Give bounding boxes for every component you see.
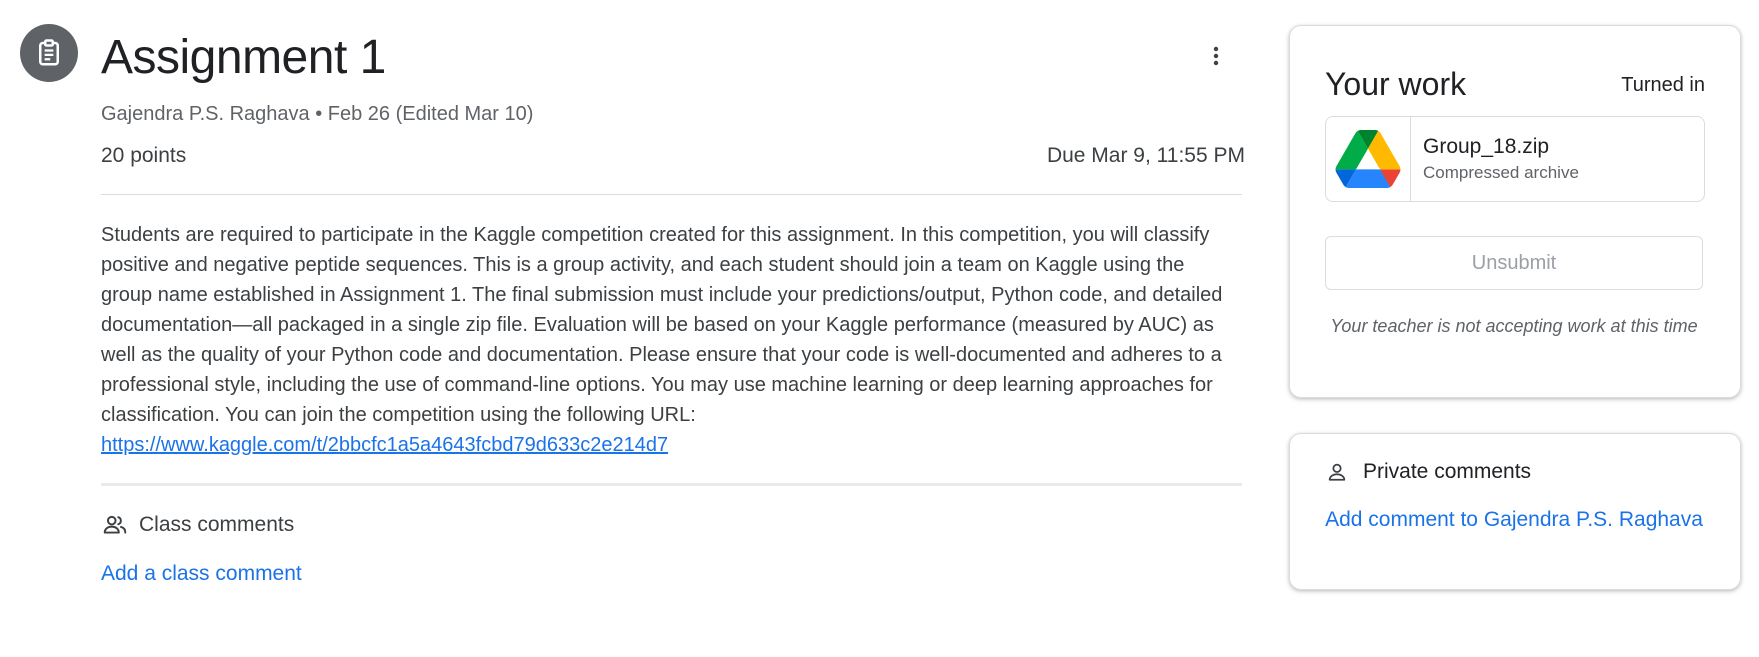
assignment-points: 20 points — [101, 144, 187, 167]
your-work-title: Your work — [1325, 66, 1467, 102]
add-private-comment-link[interactable]: Add comment to Gajendra P.S. Raghava — [1325, 502, 1703, 538]
assignment-page: Assignment 1 Gajendra P.S. Raghava • Feb… — [0, 0, 1759, 657]
private-comments-card: Private comments Add comment to Gajendra… — [1289, 433, 1741, 590]
page-title: Assignment 1 — [101, 31, 386, 84]
assignment-description: Students are required to participate in … — [101, 220, 1241, 460]
private-comments-header: Private comments — [1325, 460, 1531, 484]
person-icon — [1325, 460, 1349, 484]
attachment-type: Compressed archive — [1423, 163, 1579, 182]
your-work-card: Your work Turned in Group_18.zip Compres… — [1289, 25, 1741, 398]
more-vert-icon — [1213, 46, 1219, 66]
attachment-file[interactable]: Group_18.zip Compressed archive — [1325, 116, 1705, 202]
divider — [101, 483, 1242, 486]
assignment-meta: Gajendra P.S. Raghava • Feb 26 (Edited M… — [101, 103, 534, 125]
google-drive-icon — [1326, 117, 1411, 201]
unsubmit-button[interactable]: Unsubmit — [1325, 236, 1703, 290]
description-text: Students are required to participate in … — [101, 224, 1223, 426]
more-options-button[interactable] — [1196, 36, 1236, 76]
attachment-name: Group_18.zip — [1423, 135, 1550, 158]
status-badge: Turned in — [1621, 74, 1705, 96]
due-date: Due Mar 9, 11:55 PM — [1046, 144, 1245, 167]
add-class-comment-link[interactable]: Add a class comment — [101, 562, 302, 586]
people-icon — [101, 511, 129, 539]
class-comments-header: Class comments — [101, 511, 294, 539]
class-comments-label: Class comments — [139, 513, 295, 536]
not-accepting-notice: Your teacher is not accepting work at th… — [1330, 316, 1698, 336]
divider — [101, 194, 1242, 195]
assignment-icon — [20, 24, 78, 82]
kaggle-link[interactable]: https://www.kaggle.com/t/2bbcfc1a5a4643f… — [101, 434, 668, 456]
private-comments-label: Private comments — [1363, 460, 1532, 483]
